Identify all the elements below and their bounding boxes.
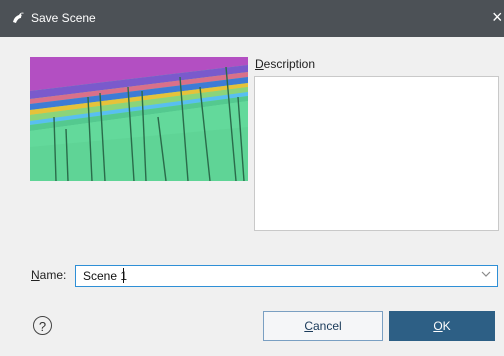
- scene-thumbnail: [30, 57, 248, 181]
- help-icon[interactable]: ?: [33, 316, 52, 335]
- description-label: Description: [255, 57, 316, 71]
- name-label: Name:: [31, 268, 67, 282]
- chevron-down-icon[interactable]: [481, 269, 491, 283]
- text-caret: [123, 268, 124, 283]
- close-icon[interactable]: ×: [492, 6, 503, 28]
- name-combobox[interactable]: Scene 1: [75, 265, 498, 287]
- name-input-value[interactable]: Scene 1: [83, 269, 127, 283]
- leapfrog-app-icon: [11, 11, 25, 25]
- cancel-button[interactable]: Cancel: [263, 311, 383, 341]
- ok-button[interactable]: OK: [389, 311, 495, 341]
- title-bar: Save Scene ×: [0, 0, 504, 37]
- window-title: Save Scene: [31, 11, 96, 25]
- description-textarea[interactable]: [254, 76, 499, 231]
- save-scene-dialog: Description Name: Scene 1 ? Cancel OK: [0, 37, 504, 356]
